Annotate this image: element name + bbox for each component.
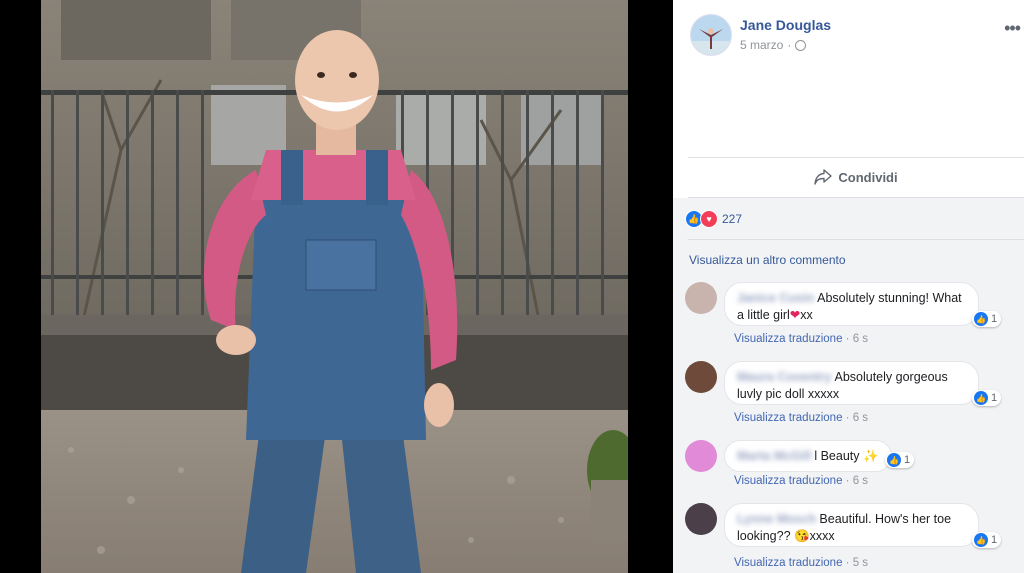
translate-link[interactable]: Visualizza traduzione [734, 333, 842, 345]
comment-actions: Visualizza traduzione · 5 s [734, 557, 868, 569]
comment-like-count: 1 [991, 534, 998, 546]
post-sidebar: Jane Douglas 5 marzo · ••• Condividi 👍 ♥… [673, 0, 1024, 573]
comment-like-count: 1 [904, 454, 911, 466]
divider [688, 239, 1024, 240]
share-icon [814, 169, 833, 185]
commenter-name[interactable]: Lynne Mosch [737, 512, 816, 526]
meta-separator: · [787, 38, 792, 52]
comment-bubble: Janice Cusin Absolutely stunning! What a … [724, 282, 979, 326]
like-icon: 👍 [974, 533, 988, 547]
comment-like-badge[interactable]: 👍 1 [972, 532, 1002, 548]
commenter-avatar[interactable] [685, 361, 717, 393]
comment-time[interactable]: 6 s [853, 475, 868, 487]
commenter-avatar[interactable] [685, 503, 717, 535]
commenter-name[interactable]: Maura Coventry [737, 370, 831, 384]
globe-icon [795, 39, 807, 51]
translate-link[interactable]: Visualizza traduzione [734, 557, 842, 569]
heart-emoji: ❤ [789, 308, 801, 322]
post-date[interactable]: 5 marzo [740, 38, 783, 52]
comment-like-badge[interactable]: 👍 1 [885, 452, 915, 468]
separator: · [845, 412, 853, 424]
comment-actions: Visualizza traduzione · 6 s [734, 475, 868, 487]
kiss-emoji: 😘 [794, 529, 810, 543]
commenter-avatar[interactable] [685, 440, 717, 472]
comment-bubble: Maura Coventry Absolutely gorgeous luvly … [724, 361, 979, 405]
separator: · [845, 475, 853, 487]
translate-link[interactable]: Visualizza traduzione [734, 412, 842, 424]
comment-text-suffix: xx [800, 308, 813, 322]
comment-actions: Visualizza traduzione · 6 s [734, 412, 868, 424]
reactions-summary[interactable]: 👍 ♥ 227 [685, 210, 742, 228]
comment-time[interactable]: 6 s [853, 412, 868, 424]
post-meta: 5 marzo · [740, 38, 807, 52]
comment-actions: Visualizza traduzione · 6 s [734, 333, 868, 345]
author-name[interactable]: Jane Douglas [740, 17, 831, 33]
comment-time[interactable]: 6 s [853, 333, 868, 345]
comment-like-count: 1 [991, 392, 998, 404]
sparkles-emoji: ✨ [862, 449, 879, 463]
share-button[interactable]: Condividi [688, 158, 1024, 196]
post-header: Jane Douglas 5 marzo · ••• [690, 14, 1024, 58]
comments-section: 👍 ♥ 227 Visualizza un altro commento Jan… [673, 198, 1024, 573]
comment-like-count: 1 [991, 313, 998, 325]
comment-text: l Beauty [814, 449, 860, 463]
commenter-name[interactable]: Marta McGill [737, 449, 811, 463]
translate-link[interactable]: Visualizza traduzione [734, 475, 842, 487]
more-options-icon[interactable]: ••• [1004, 18, 1021, 39]
comment-time[interactable]: 5 s [853, 557, 868, 569]
share-label: Condividi [838, 169, 898, 185]
comment-bubble: Lynne Mosch Beautiful. How's her toe look… [724, 503, 979, 547]
like-icon: 👍 [887, 453, 901, 467]
like-icon: 👍 [974, 391, 988, 405]
comment-bubble: Marta McGill l Beauty ✨ [724, 440, 892, 472]
like-icon: 👍 [974, 312, 988, 326]
comment-text-suffix: xxxx [809, 529, 835, 543]
author-avatar-image [691, 15, 731, 55]
photo-image [41, 0, 628, 573]
author-avatar[interactable] [690, 14, 732, 56]
commenter-avatar[interactable] [685, 282, 717, 314]
comment-like-badge[interactable]: 👍 1 [972, 311, 1002, 327]
reactions-count: 227 [722, 212, 743, 226]
separator: · [845, 333, 853, 345]
view-more-comments-link[interactable]: Visualizza un altro commento [689, 253, 846, 267]
comment-like-badge[interactable]: 👍 1 [972, 390, 1002, 406]
love-reaction-icon: ♥ [700, 210, 718, 228]
commenter-name[interactable]: Janice Cusin [737, 291, 814, 305]
separator: · [845, 557, 853, 569]
photo-viewer [0, 0, 673, 573]
post-photo[interactable] [41, 0, 628, 573]
